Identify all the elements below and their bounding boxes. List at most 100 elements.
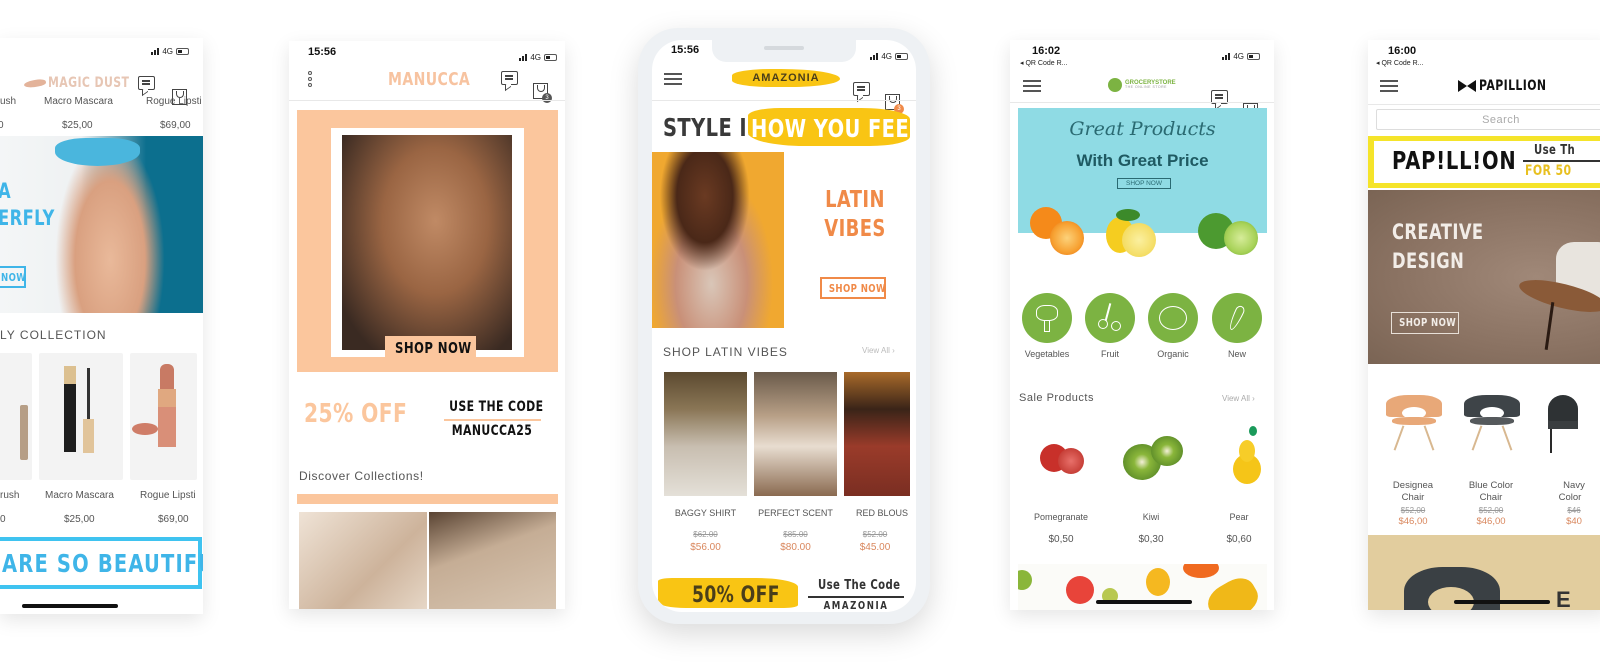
broccoli-icon [1022, 293, 1072, 343]
beautiful-banner[interactable]: ARE SO BEAUTIFUL [0, 537, 203, 589]
product-image-kiwi[interactable] [1123, 436, 1185, 480]
menu-icon[interactable] [1380, 80, 1398, 92]
status-bar: 4G [151, 47, 189, 56]
product-image-brush[interactable] [0, 353, 32, 480]
hero-shop-button[interactable]: SHOP NOW [820, 277, 886, 299]
hero-script-title: Great Products [1069, 118, 1216, 140]
back-to-app-link[interactable]: ◂ QR Code R... [1376, 59, 1423, 67]
hero-shop-button[interactable]: SHOP NOW [1391, 312, 1459, 334]
status-bar: 4G [1222, 52, 1260, 61]
header-divider [289, 100, 565, 101]
product-image-navy-color-chair[interactable] [1548, 395, 1588, 453]
bowtie-icon [1458, 80, 1467, 92]
product-price: $0,30 [1138, 534, 1164, 545]
collections-bar [297, 494, 558, 504]
status-time: 16:02 [1032, 45, 1061, 57]
product-price: 0 [0, 120, 4, 131]
status-bar: 4G [519, 53, 557, 62]
promo-discount-badge: 50% OFF [658, 578, 798, 608]
product-price: $46,00 [1398, 516, 1428, 527]
chat-icon[interactable] [501, 71, 518, 85]
headline-dark: STYLE IS [663, 113, 762, 142]
product-name: Navy [1563, 480, 1585, 491]
bottom-promo-banner[interactable]: E [1368, 535, 1600, 610]
product-image-pomegranate[interactable] [1040, 438, 1090, 478]
category-organic[interactable]: Organic [1148, 293, 1198, 359]
product-name: Kiwi [1142, 512, 1160, 522]
hero-title-line1: LATIN [825, 187, 885, 213]
promo-banner[interactable]: PAP!LL!ON Use Th FOR 50 [1368, 136, 1600, 188]
view-all-link[interactable]: View All › [862, 346, 895, 355]
hero-model-image[interactable] [652, 152, 784, 328]
product-old-price: $52.00 [862, 530, 888, 539]
product-name: PERFECT SCENT [758, 508, 833, 518]
category-vegetables[interactable]: Vegetables [1022, 293, 1072, 359]
hero-title: With Great Price [1076, 151, 1209, 170]
product-image-baggy-shirt[interactable] [664, 372, 747, 496]
product-image-blue-color-chair[interactable] [1464, 395, 1520, 453]
cart-badge: 3 [542, 93, 552, 103]
category-new[interactable]: New [1212, 293, 1262, 359]
chat-icon[interactable] [138, 76, 155, 90]
banner-letter: E [1556, 587, 1571, 610]
status-time: 15:56 [671, 44, 700, 56]
tomato-icon [1148, 293, 1198, 343]
product-price: $69,00 [158, 514, 189, 525]
hero-shop-button[interactable]: NOW [0, 266, 26, 288]
product-name: Rogue Lipsti [146, 96, 202, 107]
product-name: Chair [1479, 492, 1503, 503]
product-price: $0,50 [1048, 534, 1074, 545]
cart-icon[interactable]: 3 [885, 94, 904, 114]
signal-icon [151, 48, 160, 55]
hero-banner[interactable]: CREATIVE DESIGN SHOP NOW [1368, 190, 1600, 364]
section-title: Sale Products [1019, 392, 1094, 404]
headline-highlight: HOW YOU FEEL [748, 108, 916, 146]
product-price: $69,00 [160, 120, 191, 131]
chat-icon[interactable] [853, 82, 870, 96]
promo-code: MANUCCA25 [451, 423, 533, 439]
cart-icon[interactable]: 3 [533, 83, 552, 103]
hero-shop-button[interactable]: SHOP NOW [1117, 178, 1171, 189]
grocery-screen: 16:02 ◂ QR Code R... 4G GROCERYSTORE THE… [1010, 40, 1274, 610]
product-image-designea-chair[interactable] [1386, 395, 1442, 453]
hero-shop-button[interactable]: SHOP NOW [385, 336, 476, 360]
more-menu-icon[interactable] [308, 71, 312, 87]
view-all-link[interactable]: View All › [1222, 394, 1255, 403]
product-name: Pear [1229, 512, 1249, 522]
status-time: 16:00 [1388, 45, 1417, 57]
amazonia-screen: 15:56 4G AMAZONIA 3 STYLE IS HOW YOU FEE… [652, 40, 916, 612]
product-name: RED BLOUS [856, 508, 909, 518]
lime-image [1198, 203, 1264, 259]
home-indicator [22, 604, 118, 608]
product-image-lipstick[interactable] [130, 353, 197, 480]
search-input[interactable]: Search [1376, 109, 1600, 130]
butterfly-mask [55, 138, 140, 166]
battery-icon [895, 53, 908, 60]
product-name: ush [0, 96, 17, 107]
category-fruit[interactable]: Fruit [1085, 293, 1135, 359]
menu-icon[interactable] [1023, 80, 1041, 92]
product-name: Macro Mascara [45, 490, 114, 501]
back-to-app-link[interactable]: ◂ QR Code R... [1020, 59, 1067, 67]
promo-code-label: USE THE CODE [449, 399, 544, 415]
section-title: SHOP LATIN VIBES [663, 345, 788, 359]
hero-model-image [342, 135, 512, 350]
brand-logo: MANUCCA [388, 69, 471, 90]
menu-icon[interactable] [664, 73, 682, 85]
product-price: $0,60 [1226, 534, 1252, 545]
product-image-pear[interactable] [1225, 424, 1265, 488]
product-image-perfect-scent[interactable] [754, 372, 837, 496]
product-image-red-blouse[interactable] [844, 372, 910, 496]
collection-necklace[interactable] [299, 512, 427, 609]
home-indicator [1454, 600, 1550, 604]
promo-code: AMAZONIA [823, 599, 889, 612]
category-label: Vegetables [1024, 349, 1070, 359]
category-label: Fruit [1101, 349, 1119, 359]
hero-banner[interactable]: SHOP NOW [297, 110, 558, 372]
lemon-image [1106, 203, 1166, 259]
product-image-mascara[interactable] [39, 353, 123, 480]
hero-banner[interactable]: A ERFLY NOW [0, 136, 203, 313]
collection-earrings[interactable] [429, 512, 556, 609]
promo-divider [444, 419, 541, 421]
promo-code-label: Use Th [1534, 143, 1576, 158]
